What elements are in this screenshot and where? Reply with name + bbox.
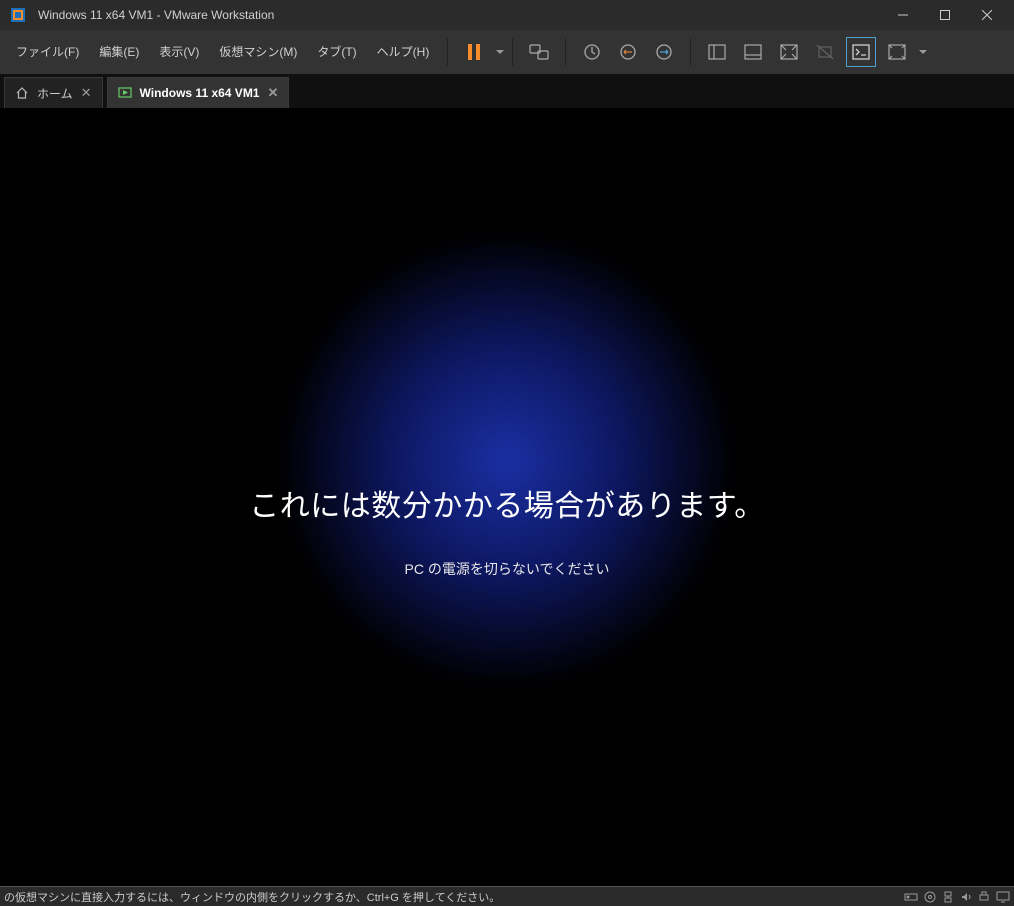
window-controls <box>882 1 1008 29</box>
snapshot-revert-button[interactable] <box>614 38 642 66</box>
menu-bar: ファイル(F) 編集(E) 表示(V) 仮想マシン(M) タブ(T) ヘルプ(H… <box>0 30 1014 74</box>
menu-file[interactable]: ファイル(F) <box>6 30 89 74</box>
minimize-button[interactable] <box>882 1 924 29</box>
send-ctrl-alt-del-button[interactable] <box>525 38 553 66</box>
hard-disk-icon[interactable] <box>904 891 918 903</box>
display-icon[interactable] <box>996 891 1010 903</box>
home-icon <box>15 86 29 100</box>
oobe-sub-text: PC の電源を切らないでください <box>0 559 1014 579</box>
status-hint: の仮想マシンに直接入力するには、ウィンドウの内側をクリックするか、Ctrl+G … <box>4 889 500 905</box>
tab-bar: ホーム ✕ Windows 11 x64 VM1 ✕ <box>0 74 1014 108</box>
cd-icon[interactable] <box>924 891 936 903</box>
menu-tabs[interactable]: タブ(T) <box>307 30 366 74</box>
menu-help[interactable]: ヘルプ(H) <box>367 30 440 74</box>
unity-button <box>811 38 839 66</box>
title-bar: Windows 11 x64 VM1 - VMware Workstation <box>0 0 1014 30</box>
menu-vm[interactable]: 仮想マシン(M) <box>209 30 307 74</box>
pause-vm-button[interactable] <box>460 38 488 66</box>
show-thumbnail-button[interactable] <box>739 38 767 66</box>
power-dropdown-icon[interactable] <box>496 50 504 54</box>
tab-home-close-icon[interactable]: ✕ <box>81 85 92 101</box>
vm-running-icon <box>118 86 132 100</box>
tab-home-label: ホーム <box>37 85 73 102</box>
show-library-button[interactable] <box>703 38 731 66</box>
console-view-button[interactable] <box>847 38 875 66</box>
fullscreen-dropdown-icon[interactable] <box>919 50 927 54</box>
tab-home[interactable]: ホーム ✕ <box>4 77 103 108</box>
separator <box>565 38 566 66</box>
tab-vm1-close-icon[interactable]: ✕ <box>267 85 278 101</box>
status-tray <box>904 891 1010 903</box>
maximize-button[interactable] <box>924 1 966 29</box>
window-title: Windows 11 x64 VM1 - VMware Workstation <box>38 8 882 22</box>
network-icon[interactable] <box>942 891 954 903</box>
fullscreen-button[interactable] <box>883 38 911 66</box>
tab-vm1[interactable]: Windows 11 x64 VM1 ✕ <box>107 77 290 108</box>
close-button[interactable] <box>966 1 1008 29</box>
oobe-main-text: これには数分かかる場合があります。 <box>0 481 1014 525</box>
oobe-message: これには数分かかる場合があります。 PC の電源を切らないでください <box>0 481 1014 579</box>
menu-edit[interactable]: 編集(E) <box>89 30 149 74</box>
menu-view[interactable]: 表示(V) <box>149 30 209 74</box>
background-glow <box>277 230 737 690</box>
separator <box>447 38 448 66</box>
snapshot-manager-button[interactable] <box>650 38 678 66</box>
app-icon <box>10 7 26 23</box>
separator <box>512 38 513 66</box>
quick-switch-button[interactable] <box>775 38 803 66</box>
snapshot-take-button[interactable] <box>578 38 606 66</box>
tab-vm1-label: Windows 11 x64 VM1 <box>140 86 260 100</box>
sound-icon[interactable] <box>960 891 972 903</box>
status-bar: の仮想マシンに直接入力するには、ウィンドウの内側をクリックするか、Ctrl+G … <box>0 886 1014 906</box>
printer-icon[interactable] <box>978 891 990 903</box>
separator <box>690 38 691 66</box>
guest-display[interactable]: これには数分かかる場合があります。 PC の電源を切らないでください <box>0 108 1014 886</box>
